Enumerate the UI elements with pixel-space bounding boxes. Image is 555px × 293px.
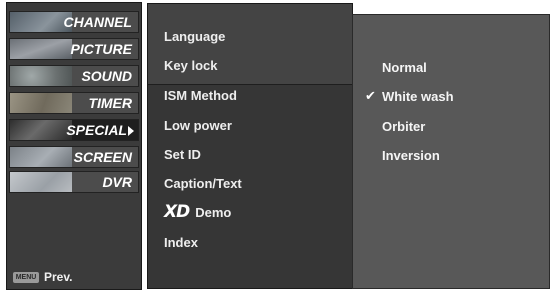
menu-item-timer[interactable]: TIMER — [9, 92, 139, 114]
option-normal[interactable]: Normal — [382, 60, 427, 75]
submenu-item-label: Demo — [195, 205, 232, 220]
prev-label: Prev. — [44, 270, 73, 284]
timer-thumbnail-icon — [10, 93, 72, 113]
menu-item-picture[interactable]: PICTURE — [9, 38, 139, 60]
menu-key-icon: MENU — [13, 271, 39, 283]
ism-options-panel: Normal ✔ White wash Orbiter Inversion — [352, 14, 550, 289]
menu-item-label: TIMER — [88, 95, 132, 111]
submenu-item-xd-demo[interactable]: XD Demo — [164, 202, 231, 222]
checkmark-icon: ✔ — [365, 88, 376, 103]
option-label: White wash — [382, 89, 454, 104]
special-thumbnail-icon — [10, 120, 72, 140]
menu-item-label: SCREEN — [73, 149, 132, 165]
option-inversion[interactable]: Inversion — [382, 148, 440, 163]
submenu-item-key-lock[interactable]: Key lock — [164, 58, 217, 73]
submenu-item-index[interactable]: Index — [164, 235, 198, 250]
menu-item-label: DVR — [102, 174, 132, 190]
menu-item-label-wrap: SPECIAL — [66, 122, 134, 138]
screen-thumbnail-icon — [10, 147, 72, 167]
menu-item-special[interactable]: SPECIAL — [9, 119, 139, 141]
picture-thumbnail-icon — [10, 39, 72, 59]
submenu-item-ism-method[interactable]: ISM Method — [164, 88, 237, 103]
menu-item-label: PICTURE — [70, 41, 132, 57]
menu-item-label: SPECIAL — [66, 122, 127, 138]
menu-item-sound[interactable]: SOUND — [9, 65, 139, 87]
option-orbiter[interactable]: Orbiter — [382, 119, 425, 134]
option-white-wash[interactable]: ✔ White wash — [365, 88, 454, 104]
menu-item-dvr[interactable]: DVR — [9, 171, 139, 193]
dvr-thumbnail-icon — [10, 172, 72, 192]
arrow-right-icon — [128, 126, 134, 137]
sound-thumbnail-icon — [10, 66, 72, 86]
menu-item-channel[interactable]: CHANNEL — [9, 11, 139, 33]
menu-item-label: CHANNEL — [63, 14, 132, 30]
main-menu: CHANNEL PICTURE SOUND TIMER SPECIAL SCRE… — [6, 2, 142, 290]
submenu-item-set-id[interactable]: Set ID — [164, 147, 201, 162]
menu-item-label: SOUND — [81, 68, 132, 84]
submenu-item-language[interactable]: Language — [164, 29, 225, 44]
special-submenu: Language Key lock ISM Method Low power S… — [147, 3, 353, 289]
xd-logo-icon: XD — [164, 202, 190, 222]
submenu-item-low-power[interactable]: Low power — [164, 118, 232, 133]
submenu-item-caption-text[interactable]: Caption/Text — [164, 176, 242, 191]
prev-button[interactable]: MENU Prev. — [13, 269, 72, 285]
menu-item-screen[interactable]: SCREEN — [9, 146, 139, 168]
